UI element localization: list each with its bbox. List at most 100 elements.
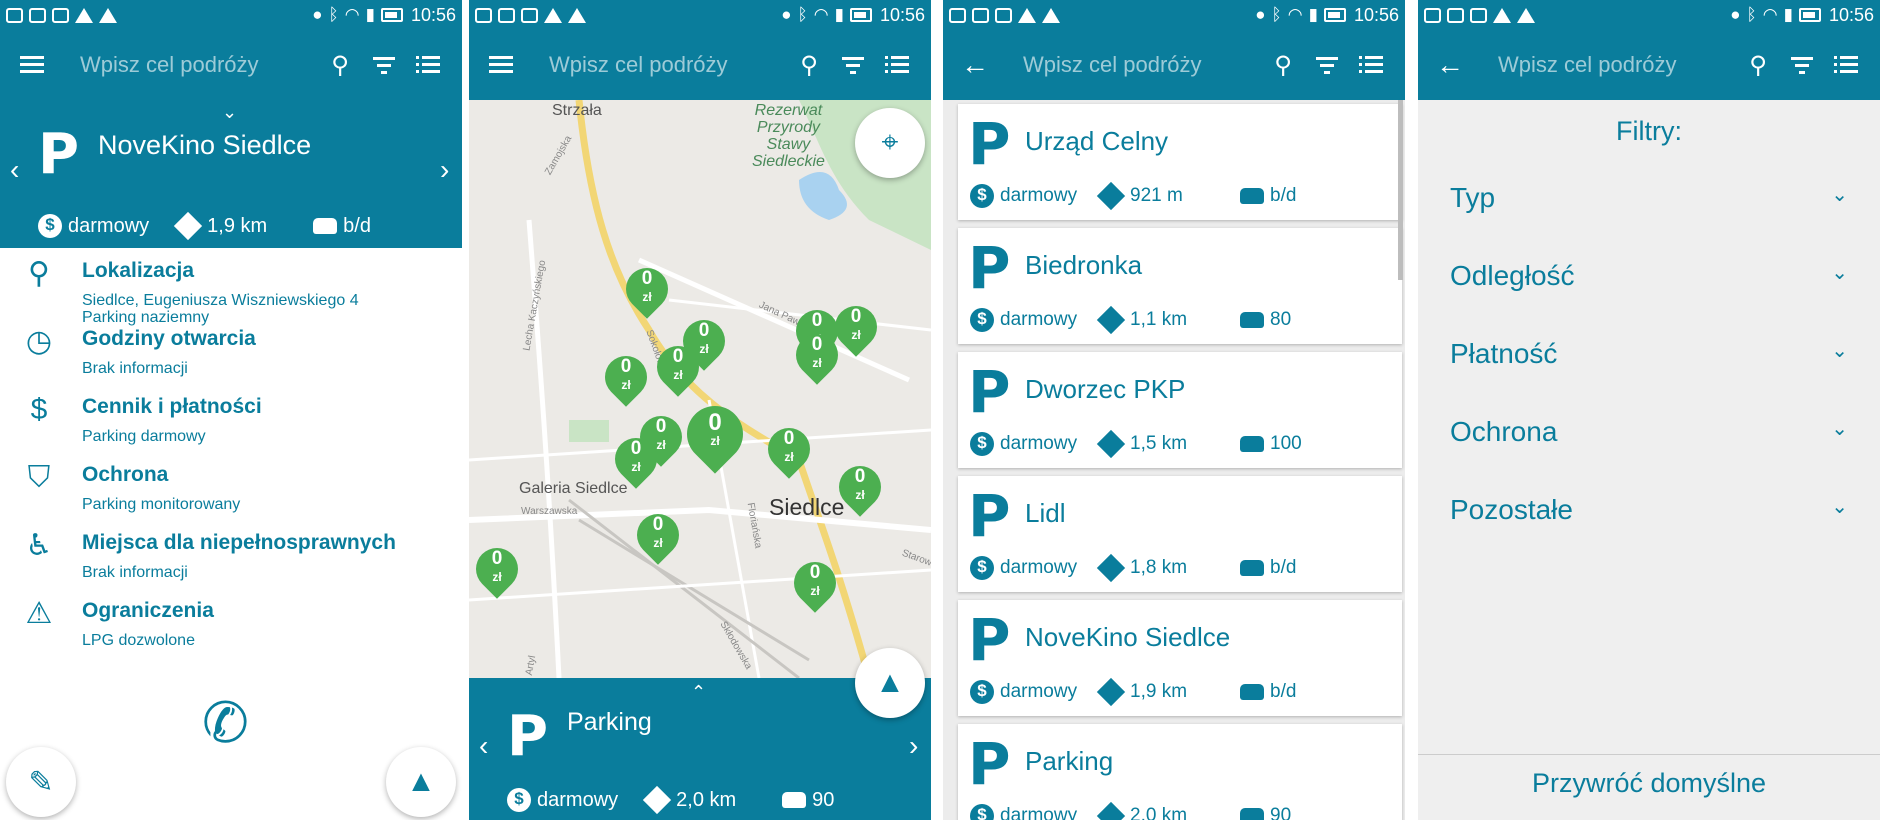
list-view-button[interactable] bbox=[1349, 45, 1393, 85]
map-label-siedlce: Siedlce bbox=[769, 494, 845, 520]
filter-button[interactable] bbox=[1305, 45, 1349, 85]
filters-title: Filtry: bbox=[1616, 116, 1682, 146]
navigate-button[interactable]: ▲ bbox=[386, 747, 456, 817]
location-status-icon: ● bbox=[1730, 5, 1741, 24]
directions-icon bbox=[1096, 181, 1126, 211]
navigation-arrow-icon: ▲ bbox=[406, 765, 436, 798]
app-bar: Wpisz cel podróży ⚲ bbox=[0, 30, 462, 100]
next-arrow-icon[interactable]: › bbox=[909, 730, 918, 762]
parking-meta: darmowy 2,0 km 90 bbox=[507, 785, 834, 815]
back-button[interactable]: ← bbox=[955, 45, 995, 85]
detail-title: Lokalizacja bbox=[82, 259, 195, 282]
search-input[interactable]: Wpisz cel podróży bbox=[80, 52, 318, 78]
filter-type[interactable]: Typ ⌄ bbox=[1450, 182, 1848, 222]
filter-button[interactable] bbox=[1780, 45, 1824, 85]
filter-button[interactable] bbox=[831, 45, 875, 85]
parking-card[interactable]: P Lidl darmowy 1,8 km b/d bbox=[958, 476, 1402, 592]
list-view-button[interactable] bbox=[1824, 45, 1868, 85]
parking-title: Parking bbox=[567, 708, 652, 736]
detail-title: Miejsca dla niepełnosprawnych bbox=[82, 531, 396, 554]
menu-button[interactable] bbox=[12, 45, 52, 85]
chevron-down-icon: ⌄ bbox=[1831, 184, 1848, 206]
parking-pin[interactable]: 0zł bbox=[606, 429, 666, 496]
parking-pin[interactable]: 0zł bbox=[826, 297, 886, 364]
parking-pin[interactable]: 0zł bbox=[617, 259, 677, 326]
expand-chevron-icon[interactable]: ⌃ bbox=[691, 682, 706, 703]
parking-pin[interactable]: 0zł bbox=[628, 505, 688, 572]
spaces-info: 100 bbox=[1240, 433, 1302, 455]
parking-pin[interactable]: 0zł bbox=[469, 539, 527, 606]
parking-pin[interactable]: 0zł bbox=[785, 553, 845, 620]
filter-other[interactable]: Pozostałe ⌄ bbox=[1450, 494, 1848, 534]
filter-security[interactable]: Ochrona ⌄ bbox=[1450, 416, 1848, 456]
parking-card[interactable]: P Biedronka darmowy 1,1 km 80 bbox=[958, 228, 1402, 344]
payment-label: darmowy bbox=[1000, 805, 1078, 820]
spaces-label: b/d bbox=[1270, 681, 1297, 702]
collapse-chevron-icon[interactable]: ⌄ bbox=[222, 102, 237, 123]
parking-card[interactable]: P Dworzec PKP darmowy 1,5 km 100 bbox=[958, 352, 1402, 468]
spaces-label: b/d bbox=[1270, 185, 1297, 206]
map-label-warszawska: Warszawska bbox=[521, 506, 578, 517]
car-icon bbox=[1240, 684, 1264, 700]
edit-button[interactable]: ✎ bbox=[6, 747, 76, 817]
chevron-down-icon: ⌄ bbox=[1831, 418, 1848, 440]
call-button[interactable]: ✆ bbox=[202, 690, 249, 756]
parking-list[interactable]: P Urząd Celny darmowy 921 m b/d P Biedronk… bbox=[943, 100, 1405, 820]
mail-icon bbox=[29, 7, 46, 23]
location-status-icon: ● bbox=[781, 5, 792, 24]
parking-pin[interactable]: 0zł bbox=[830, 457, 890, 524]
parking-card[interactable]: P Urząd Celny darmowy 921 m b/d bbox=[958, 104, 1402, 220]
prev-arrow-icon[interactable]: ‹ bbox=[479, 730, 488, 762]
wifi-icon: ◠ bbox=[813, 5, 829, 24]
search-button[interactable]: ⚲ bbox=[787, 45, 831, 85]
payment-label: darmowy bbox=[537, 788, 619, 811]
search-input[interactable]: Wpisz cel podróży bbox=[1498, 52, 1736, 78]
filter-distance[interactable]: Odległość ⌄ bbox=[1450, 260, 1848, 300]
parking-pin[interactable]: 0zł bbox=[596, 347, 656, 414]
menu-button[interactable] bbox=[481, 45, 521, 85]
search-button[interactable]: ⚲ bbox=[1736, 45, 1780, 85]
map-view[interactable]: Strzała Rezerwat Przyrody Stawy Siedleck… bbox=[469, 100, 931, 678]
my-location-button[interactable]: ⌖ bbox=[855, 108, 925, 178]
detail-restrictions: ⚠ Ograniczenia LPG dozwolone bbox=[0, 595, 462, 663]
alert-icon bbox=[568, 7, 586, 23]
parking-pin[interactable]: 0zł bbox=[648, 337, 708, 404]
detail-text: Siedlce, Eugeniusza Wiszniewskiego 4 Park… bbox=[82, 292, 359, 326]
free-payment-icon bbox=[970, 432, 994, 456]
parking-card[interactable]: P Parking darmowy 2,0 km 90 bbox=[958, 724, 1402, 820]
map-roads bbox=[469, 100, 931, 678]
detail-title: Ochrona bbox=[82, 463, 169, 486]
prev-arrow-icon[interactable]: ‹ bbox=[10, 154, 19, 186]
search-input[interactable]: Wpisz cel podróży bbox=[1023, 52, 1261, 78]
navigate-button[interactable]: ▲ bbox=[855, 648, 925, 718]
search-icon: ⚲ bbox=[1749, 51, 1767, 79]
parking-p-icon: P bbox=[968, 234, 1011, 302]
filter-payment[interactable]: Płatność ⌄ bbox=[1450, 338, 1848, 378]
free-payment-icon bbox=[970, 804, 994, 820]
pin-unit: zł bbox=[851, 328, 861, 342]
search-button[interactable]: ⚲ bbox=[318, 45, 362, 85]
payment-label: darmowy bbox=[1000, 185, 1078, 206]
pin-unit: zł bbox=[810, 584, 820, 598]
payment-label: darmowy bbox=[1000, 681, 1078, 702]
parking-pin[interactable]: 0zł bbox=[759, 419, 819, 486]
parking-card[interactable]: P NoveKino Siedlce darmowy 1,9 km b/d bbox=[958, 600, 1402, 716]
directions-icon bbox=[642, 785, 672, 815]
search-button[interactable]: ⚲ bbox=[1261, 45, 1305, 85]
payment-info: darmowy bbox=[970, 680, 1098, 704]
parking-pin[interactable]: 0zł bbox=[787, 325, 847, 392]
detail-title: Ograniczenia bbox=[82, 599, 214, 622]
pencil-icon: ✎ bbox=[28, 765, 54, 799]
list-view-button[interactable] bbox=[875, 45, 919, 85]
next-arrow-icon[interactable]: › bbox=[440, 154, 449, 186]
parking-pin-selected[interactable]: 0 zł bbox=[675, 394, 755, 480]
pin-unit: zł bbox=[812, 356, 822, 370]
search-input[interactable]: Wpisz cel podróży bbox=[549, 52, 787, 78]
list-view-button[interactable] bbox=[406, 45, 450, 85]
spaces-label: b/d bbox=[343, 214, 371, 237]
back-button[interactable]: ← bbox=[1430, 45, 1470, 85]
detail-title: Godziny otwarcia bbox=[82, 327, 256, 350]
filter-button[interactable] bbox=[362, 45, 406, 85]
reset-defaults-button[interactable]: Przywróć domyślne bbox=[1418, 768, 1880, 799]
list-scrollbar[interactable] bbox=[1398, 100, 1403, 280]
